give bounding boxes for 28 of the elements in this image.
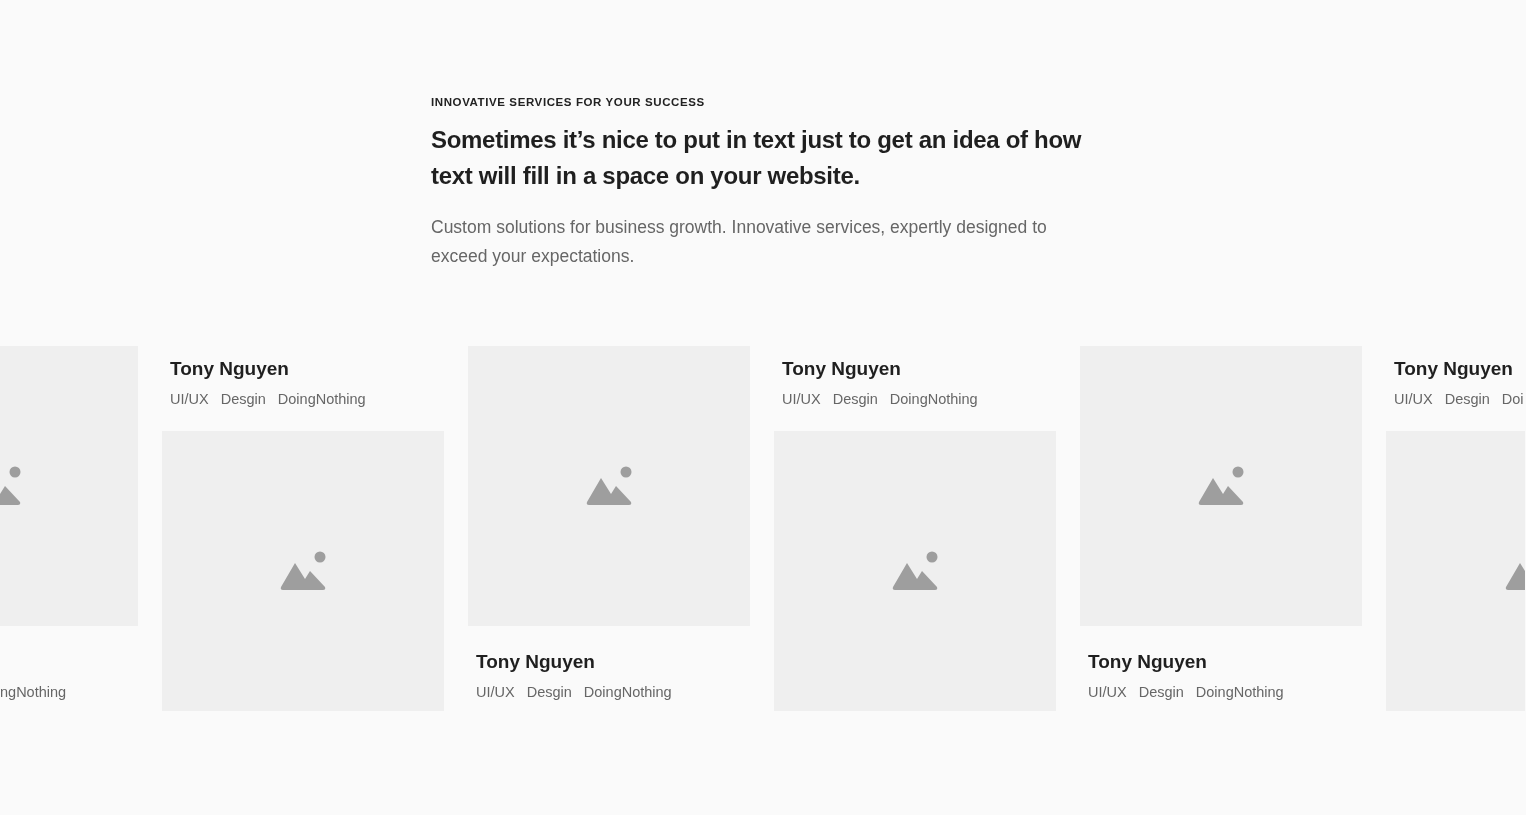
tag-label: Desgin (1444, 390, 1490, 408)
image-icon (891, 551, 939, 591)
person-name: Tony Nguyen (476, 651, 596, 673)
tag-label: Desgin (220, 390, 266, 408)
tag-label: DoingNothing (583, 683, 672, 701)
person-name: Tony Nguyen (782, 358, 902, 380)
tag-label: DoingNothing (889, 390, 978, 408)
section-title: Sometimes it’s nice to put in text just to get an idea of how text will fill in a space on your website. (431, 125, 1083, 191)
image-icon (279, 551, 327, 591)
tag-label: UI/UX (782, 390, 821, 408)
tag-label: DoingNothing (277, 390, 366, 408)
tag-label: UI/UX (1394, 390, 1433, 408)
tag-label: UI/UX (170, 390, 209, 408)
image-icon (1197, 466, 1245, 506)
person-name: Tony Nguyen (1088, 651, 1208, 673)
tag-label: UI/UX (476, 683, 515, 701)
section-description: Custom solutions for business growth. Innovative services, expertly designed to exceed your expectations. (431, 216, 1048, 268)
person-name: Tony Nguyen (170, 358, 290, 380)
person-name: Tony Nguyen (1394, 358, 1514, 380)
tag-label: DoingNothing (1195, 683, 1284, 701)
tag-label: UI/UX (1088, 683, 1127, 701)
image-icon (585, 466, 633, 506)
tag-label: Desgin (832, 390, 878, 408)
section-eyebrow: INNOVATIVE SERVICES FOR YOUR SUCCESS (431, 96, 706, 108)
tag-label: Desgin (526, 683, 572, 701)
tag-label: Doi (1501, 390, 1524, 408)
tag-label: Desgin (1138, 683, 1184, 701)
tag-label: ngNothing (0, 683, 67, 701)
